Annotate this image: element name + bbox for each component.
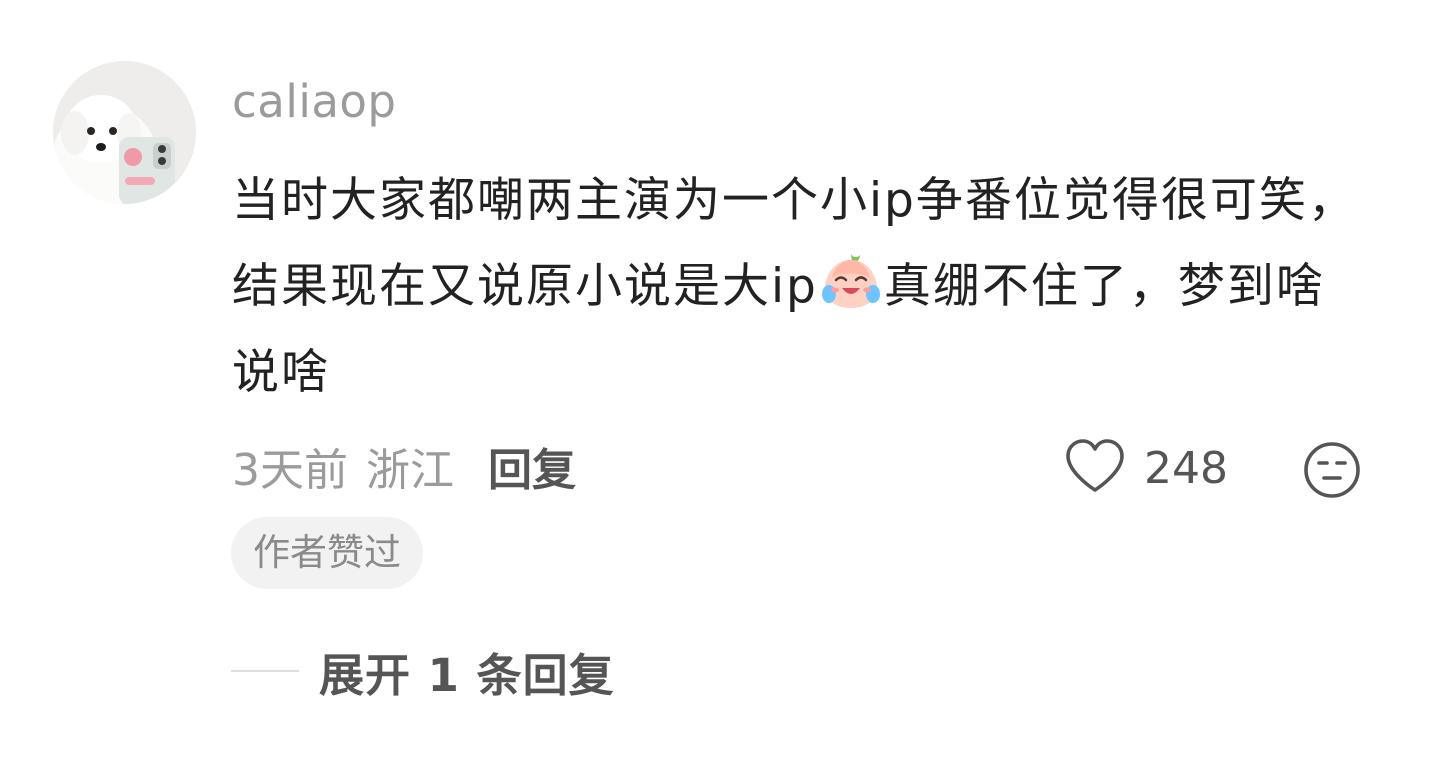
reply-button[interactable]: 回复 (488, 434, 576, 498)
username[interactable]: caliaop (232, 72, 397, 132)
expand-replies-label[interactable]: 展开 1 条回复 (319, 639, 615, 704)
divider-line (231, 670, 299, 672)
comment-item: caliaop 当时大家都嘲两主演为一个小ip争番位觉得很可笑，结果现在又说原小… (0, 0, 1440, 757)
comment-meta: 3天前 浙江 回复 (232, 436, 576, 496)
comment-time: 3天前 (232, 445, 348, 496)
heart-outline-icon[interactable] (1064, 438, 1126, 498)
crying-laughing-peach-emoji-icon (820, 250, 882, 312)
like-count: 248 (1144, 442, 1228, 494)
comment-text: 当时大家都嘲两主演为一个小ip争番位觉得很可笑，结果现在又说原小说是大ip 真绷… (232, 158, 1372, 416)
comment-location: 浙江 (366, 445, 454, 496)
like-button[interactable]: 248 (1064, 436, 1228, 500)
avatar[interactable] (53, 61, 196, 204)
meh-face-icon[interactable] (1302, 440, 1362, 500)
author-liked-badge: 作者赞过 (231, 517, 423, 589)
avatar-dog-image (53, 61, 196, 204)
expand-replies-button[interactable]: 展开 1 条回复 (231, 640, 615, 702)
